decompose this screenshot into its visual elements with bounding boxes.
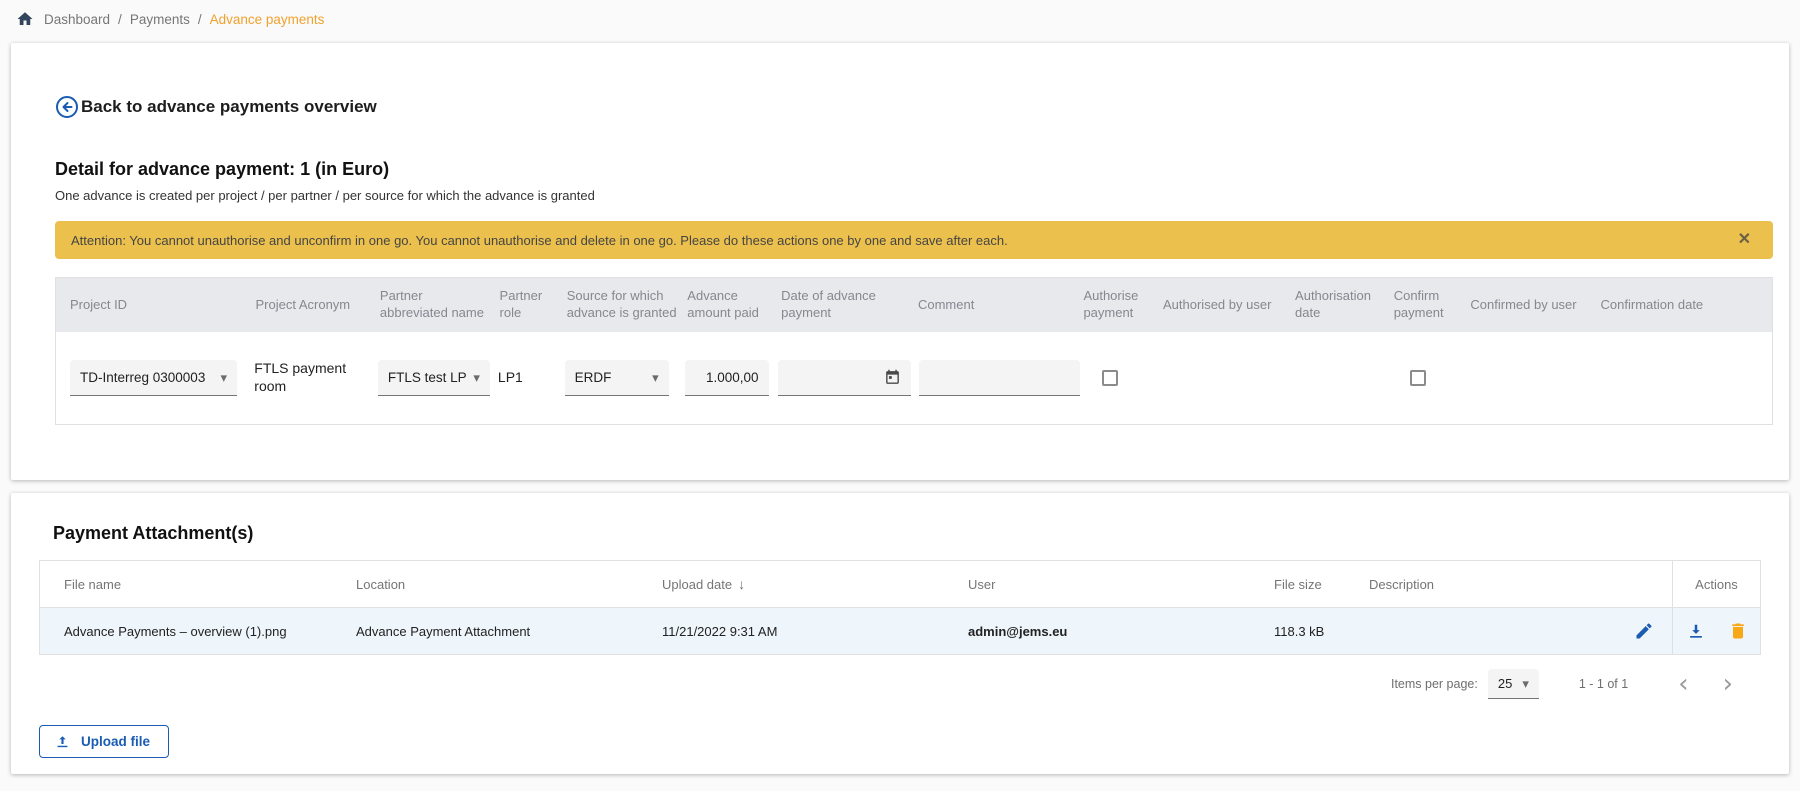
attachments-title: Payment Attachment(s)	[53, 523, 1761, 544]
calendar-icon[interactable]	[884, 369, 901, 386]
attachments-table-header: File name Location Upload date ↓ User Fi…	[40, 561, 1760, 608]
download-icon	[1686, 621, 1706, 641]
project-id-select[interactable]: TD-Interreg 0300003 ▾	[70, 360, 237, 396]
items-per-page-label: Items per page:	[1391, 677, 1478, 691]
warning-banner: Attention: You cannot unauthorise and un…	[55, 221, 1773, 259]
header-confirmed-by-user: Confirmed by user	[1470, 297, 1592, 314]
breadcrumb-payments[interactable]: Payments	[130, 12, 190, 27]
header-location[interactable]: Location	[356, 561, 662, 607]
project-id-value: TD-Interreg 0300003	[80, 370, 205, 385]
header-authorisation-date: Authorisation date	[1295, 288, 1386, 322]
advance-payment-row: TD-Interreg 0300003 ▾ FTLS payment room …	[56, 332, 1772, 424]
advance-amount-input[interactable]: 1.000,00	[685, 360, 769, 396]
delete-button[interactable]	[1728, 621, 1748, 641]
authorise-payment-checkbox[interactable]	[1102, 370, 1118, 386]
chevron-down-icon: ▾	[220, 370, 227, 386]
attachment-upload-date: 11/21/2022 9:31 AM	[662, 608, 968, 654]
payment-attachments-card: Payment Attachment(s) File name Location…	[11, 493, 1789, 774]
breadcrumb-separator: /	[118, 12, 122, 27]
header-upload-date[interactable]: Upload date ↓	[662, 561, 968, 607]
source-select[interactable]: ERDF ▾	[565, 360, 669, 396]
header-comment: Comment	[918, 297, 1075, 314]
items-per-page-select[interactable]: 25 ▾	[1488, 669, 1539, 699]
paginator: Items per page: 25 ▾ 1 - 1 of 1 ‹ ›	[39, 669, 1761, 699]
breadcrumb-advance-payments[interactable]: Advance payments	[210, 12, 325, 27]
project-acronym-value: FTLS payment room	[254, 360, 346, 394]
page-subtitle: One advance is created per project / per…	[55, 188, 1759, 203]
arrow-circle-left-icon	[55, 95, 79, 119]
page-title: Detail for advance payment: 1 (in Euro)	[55, 159, 1759, 180]
attachment-row: Advance Payments – overview (1).png Adva…	[40, 608, 1760, 654]
attachment-file-size: 118.3 kB	[1274, 608, 1369, 654]
header-file-size[interactable]: File size	[1274, 561, 1369, 607]
advance-payment-table: Project ID Project Acronym Partner abbre…	[55, 277, 1773, 425]
advance-payment-table-header: Project ID Project Acronym Partner abbre…	[56, 278, 1772, 332]
source-value: ERDF	[575, 370, 612, 385]
attachment-description	[1369, 608, 1672, 654]
confirm-payment-checkbox[interactable]	[1410, 370, 1426, 386]
chevron-down-icon: ▾	[652, 370, 659, 386]
attachment-file-name: Advance Payments – overview (1).png	[40, 608, 356, 654]
chevron-down-icon: ▾	[473, 370, 480, 386]
warning-text: Attention: You cannot unauthorise and un…	[71, 233, 1732, 248]
paginator-range: 1 - 1 of 1	[1579, 677, 1628, 691]
header-authorised-by-user: Authorised by user	[1163, 297, 1287, 314]
attachment-actions	[1672, 608, 1760, 654]
previous-page-button[interactable]: ‹	[1666, 671, 1700, 697]
header-confirm-payment: Confirm payment	[1394, 288, 1463, 322]
header-file-name[interactable]: File name	[40, 561, 356, 607]
home-icon[interactable]	[16, 10, 34, 28]
header-partner-abbreviated-name: Partner abbreviated name	[380, 288, 492, 322]
advance-payment-detail-card: Back to advance payments overview Detail…	[11, 43, 1789, 480]
attachment-location: Advance Payment Attachment	[356, 608, 662, 654]
header-description[interactable]: Description	[1369, 561, 1672, 607]
close-icon[interactable]: ✕	[1732, 232, 1757, 248]
partner-abbreviated-name-select[interactable]: FTLS test LP ▾	[378, 360, 490, 396]
pencil-icon	[1634, 621, 1654, 641]
partner-name-value: FTLS test LP	[388, 370, 467, 385]
attachment-user: admin@jems.eu	[968, 608, 1274, 654]
upload-icon	[54, 733, 71, 750]
attachments-table: File name Location Upload date ↓ User Fi…	[39, 560, 1761, 655]
header-confirmation-date: Confirmation date	[1601, 297, 1758, 314]
header-authorise-payment: Authorise payment	[1083, 288, 1155, 322]
header-actions: Actions	[1672, 561, 1760, 607]
chevron-down-icon: ▾	[1522, 676, 1529, 692]
breadcrumb: Dashboard / Payments / Advance payments	[0, 0, 1800, 34]
breadcrumb-separator: /	[198, 12, 202, 27]
sort-desc-icon: ↓	[738, 576, 745, 592]
upload-file-label: Upload file	[81, 734, 150, 749]
trash-icon	[1728, 621, 1748, 641]
header-project-id: Project ID	[70, 297, 247, 314]
download-button[interactable]	[1686, 621, 1706, 641]
header-partner-role: Partner role	[500, 288, 559, 322]
comment-input[interactable]	[919, 360, 1080, 396]
next-page-button[interactable]: ›	[1711, 671, 1745, 697]
header-advance-amount-paid: Advance amount paid	[687, 288, 773, 322]
advance-amount-value: 1.000,00	[706, 370, 759, 385]
edit-description-button[interactable]	[1634, 621, 1654, 641]
back-to-overview-link[interactable]: Back to advance payments overview	[55, 43, 1759, 119]
header-date-of-advance-payment: Date of advance payment	[781, 288, 910, 322]
items-per-page-value: 25	[1498, 676, 1512, 691]
date-of-advance-payment-input[interactable]	[778, 360, 911, 396]
upload-file-button[interactable]: Upload file	[39, 725, 169, 758]
header-source: Source for which advance is granted	[567, 288, 680, 322]
breadcrumb-dashboard[interactable]: Dashboard	[44, 12, 110, 27]
back-link-label: Back to advance payments overview	[81, 97, 377, 117]
partner-role-value: LP1	[498, 369, 523, 385]
header-user[interactable]: User	[968, 561, 1274, 607]
header-project-acronym: Project Acronym	[255, 297, 371, 314]
